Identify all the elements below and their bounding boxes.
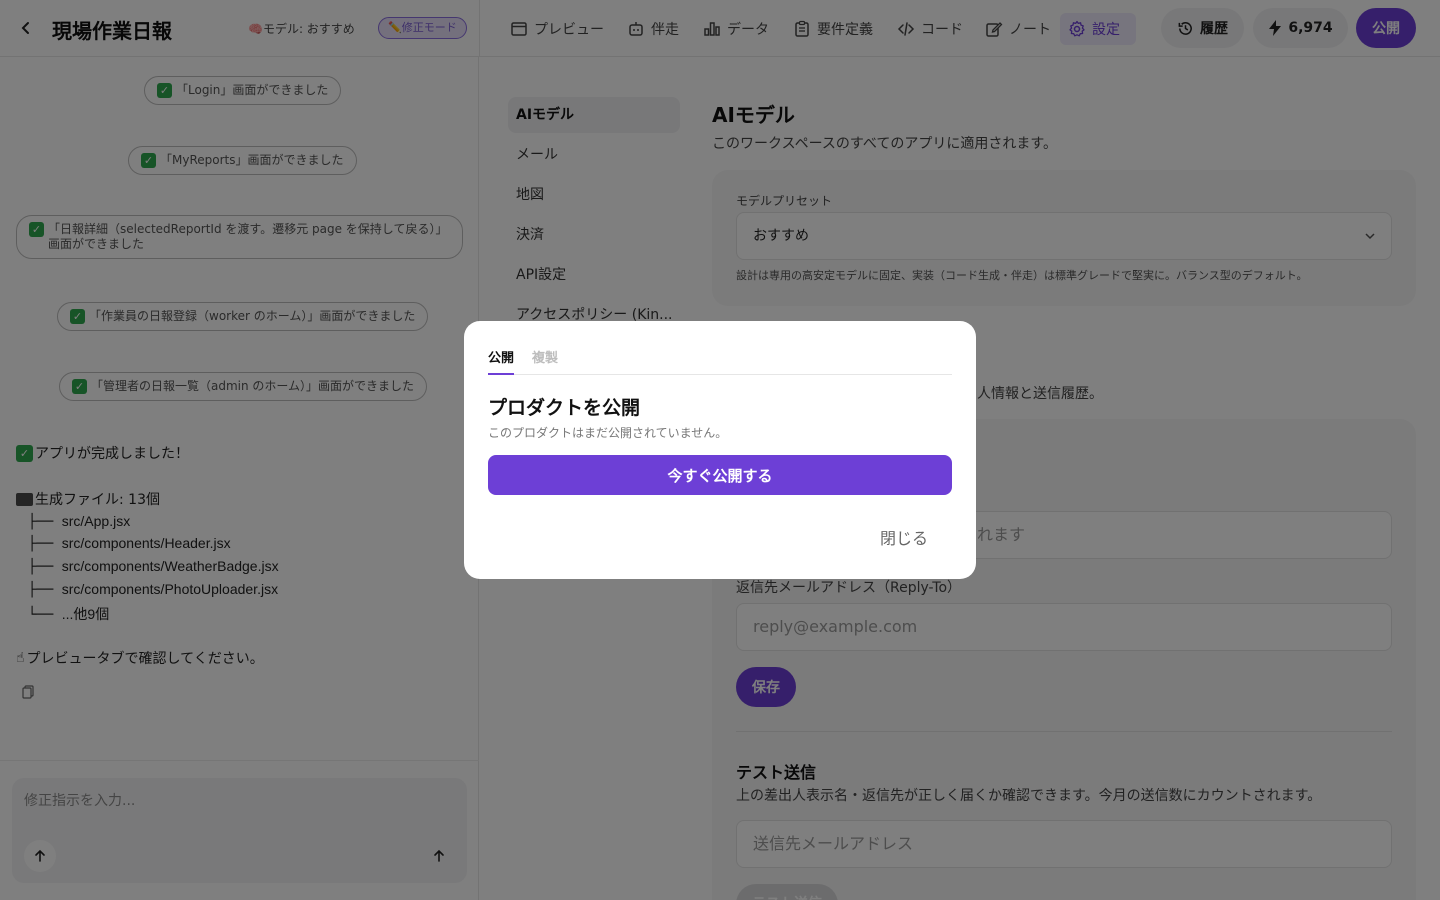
close-button[interactable]: 閉じる xyxy=(880,525,928,549)
dialog-description: このプロダクトはまだ公開されていません。 xyxy=(488,426,728,440)
tab-duplicate[interactable]: 複製 xyxy=(532,347,558,375)
dialog-tabs: 公開 複製 xyxy=(488,345,952,375)
publish-now-button[interactable]: 今すぐ公開する xyxy=(488,455,952,495)
tab-publish[interactable]: 公開 xyxy=(488,347,515,375)
dialog-title: プロダクトを公開 xyxy=(488,397,641,419)
publish-dialog: 公開 複製 プロダクトを公開 このプロダクトはまだ公開されていません。 今すぐ公… xyxy=(464,321,976,579)
